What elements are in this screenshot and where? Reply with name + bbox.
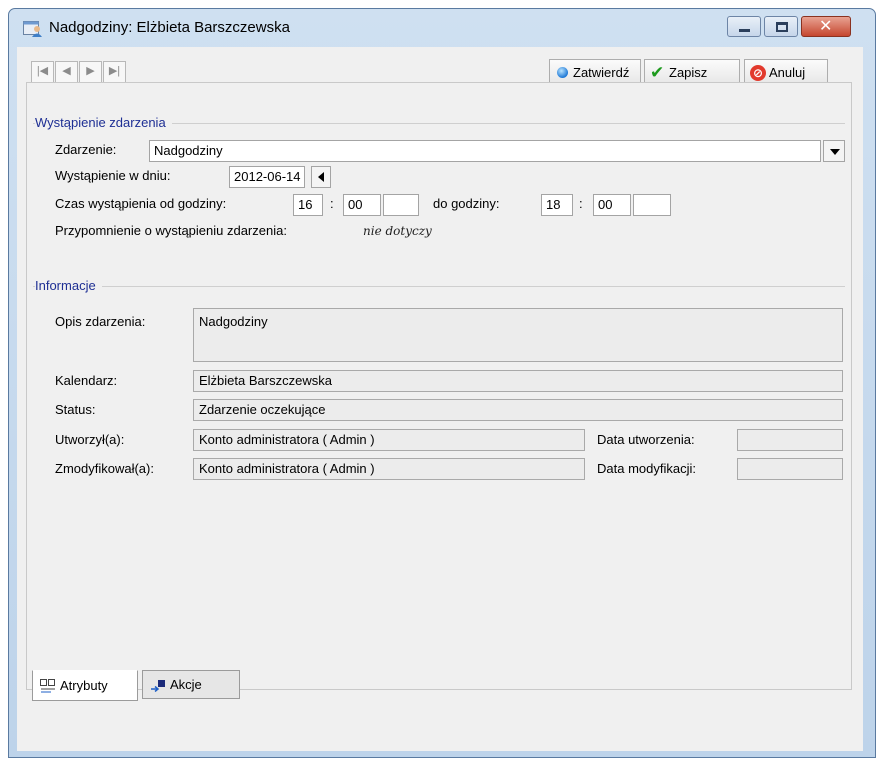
checkmark-icon: ✔ <box>650 62 665 82</box>
attributes-icon <box>40 678 55 692</box>
actions-icon <box>151 679 165 692</box>
first-record-button[interactable]: |◀ <box>31 61 54 84</box>
modified-date-field[interactable] <box>737 458 843 480</box>
to-minute-field[interactable]: 00 <box>593 194 631 216</box>
calendar-label: Kalendarz: <box>55 373 118 388</box>
maximize-button[interactable] <box>764 16 798 37</box>
last-record-button[interactable]: ▶| <box>103 61 126 84</box>
modified-by-label: Zmodyfikował(a): <box>55 461 154 476</box>
confirm-label: Zatwierdź <box>573 65 630 80</box>
window-title: Nadgodziny: Elżbieta Barszczewska <box>49 19 290 36</box>
status-label: Status: <box>55 402 96 417</box>
title-bar[interactable]: Nadgodziny: Elżbieta Barszczewska ✕ <box>9 9 875 47</box>
first-record-icon: |◀ <box>36 65 49 77</box>
caret-left-icon <box>318 172 324 182</box>
cancel-icon: ⊘ <box>750 64 766 81</box>
description-label: Opis zdarzenia: <box>55 314 146 329</box>
next-record-icon: ▶ <box>86 65 95 77</box>
from-hour-field[interactable]: 16 <box>293 194 323 216</box>
created-date-label: Data utworzenia: <box>597 432 695 447</box>
calendar-person-icon <box>23 21 42 37</box>
time-from-label: Czas wystąpienia od godziny: <box>55 196 227 211</box>
close-icon: ✕ <box>819 18 833 35</box>
date-picker-button[interactable] <box>311 166 331 188</box>
tab-actions-label: Akcje <box>170 677 202 692</box>
date-field[interactable]: 2012-06-14 <box>229 166 305 188</box>
event-type-select[interactable]: Nadgodziny <box>149 140 821 162</box>
modified-date-label: Data modyfikacji: <box>597 461 696 476</box>
status-field[interactable]: Zdarzenie oczekujące <box>193 399 843 421</box>
close-button[interactable]: ✕ <box>801 16 851 37</box>
tab-attributes[interactable]: Atrybuty <box>32 670 138 701</box>
created-date-field[interactable] <box>737 429 843 451</box>
date-label: Wystąpienie w dniu: <box>55 168 171 183</box>
to-extra-field[interactable] <box>633 194 671 216</box>
created-by-label: Utworzył(a): <box>55 432 125 447</box>
time-separator: : <box>579 196 583 211</box>
minimize-icon <box>739 29 750 32</box>
confirm-icon <box>557 67 568 78</box>
last-record-icon: ▶| <box>108 65 121 77</box>
from-extra-field[interactable] <box>383 194 419 216</box>
attributes-panel: Wystąpienie zdarzenia Zdarzenie: Nadgodz… <box>26 82 852 690</box>
tab-actions[interactable]: Akcje <box>142 670 240 699</box>
from-minute-field[interactable]: 00 <box>343 194 381 216</box>
calendar-field[interactable]: Elżbieta Barszczewska <box>193 370 843 392</box>
previous-record-button[interactable]: ◀ <box>55 61 78 84</box>
info-group-title: Informacje <box>35 278 102 293</box>
tab-attributes-label: Atrybuty <box>60 678 108 693</box>
reminder-value: nie dotyczy <box>363 224 432 238</box>
modified-by-field[interactable]: Konto administratora ( Admin ) <box>193 458 585 480</box>
next-record-button[interactable]: ▶ <box>79 61 102 84</box>
reminder-label: Przypomnienie o wystąpieniu zdarzenia: <box>55 223 287 238</box>
chevron-down-icon <box>830 149 840 155</box>
event-type-dropdown-button[interactable] <box>823 140 845 162</box>
event-type-label: Zdarzenie: <box>55 142 117 157</box>
group-divider <box>33 286 845 287</box>
minimize-button[interactable] <box>727 16 761 37</box>
cancel-label: Anuluj <box>769 65 806 80</box>
created-by-field[interactable]: Konto administratora ( Admin ) <box>193 429 585 451</box>
save-label: Zapisz <box>669 65 708 80</box>
description-field[interactable]: Nadgodziny <box>193 308 843 362</box>
tab-strip: Atrybuty Akcje <box>26 670 852 704</box>
previous-record-icon: ◀ <box>62 65 71 77</box>
time-separator: : <box>330 196 334 211</box>
event-group-title: Wystąpienie zdarzenia <box>35 115 172 130</box>
maximize-icon <box>776 22 788 32</box>
to-hour-field[interactable]: 18 <box>541 194 573 216</box>
time-to-label: do godziny: <box>433 196 500 211</box>
